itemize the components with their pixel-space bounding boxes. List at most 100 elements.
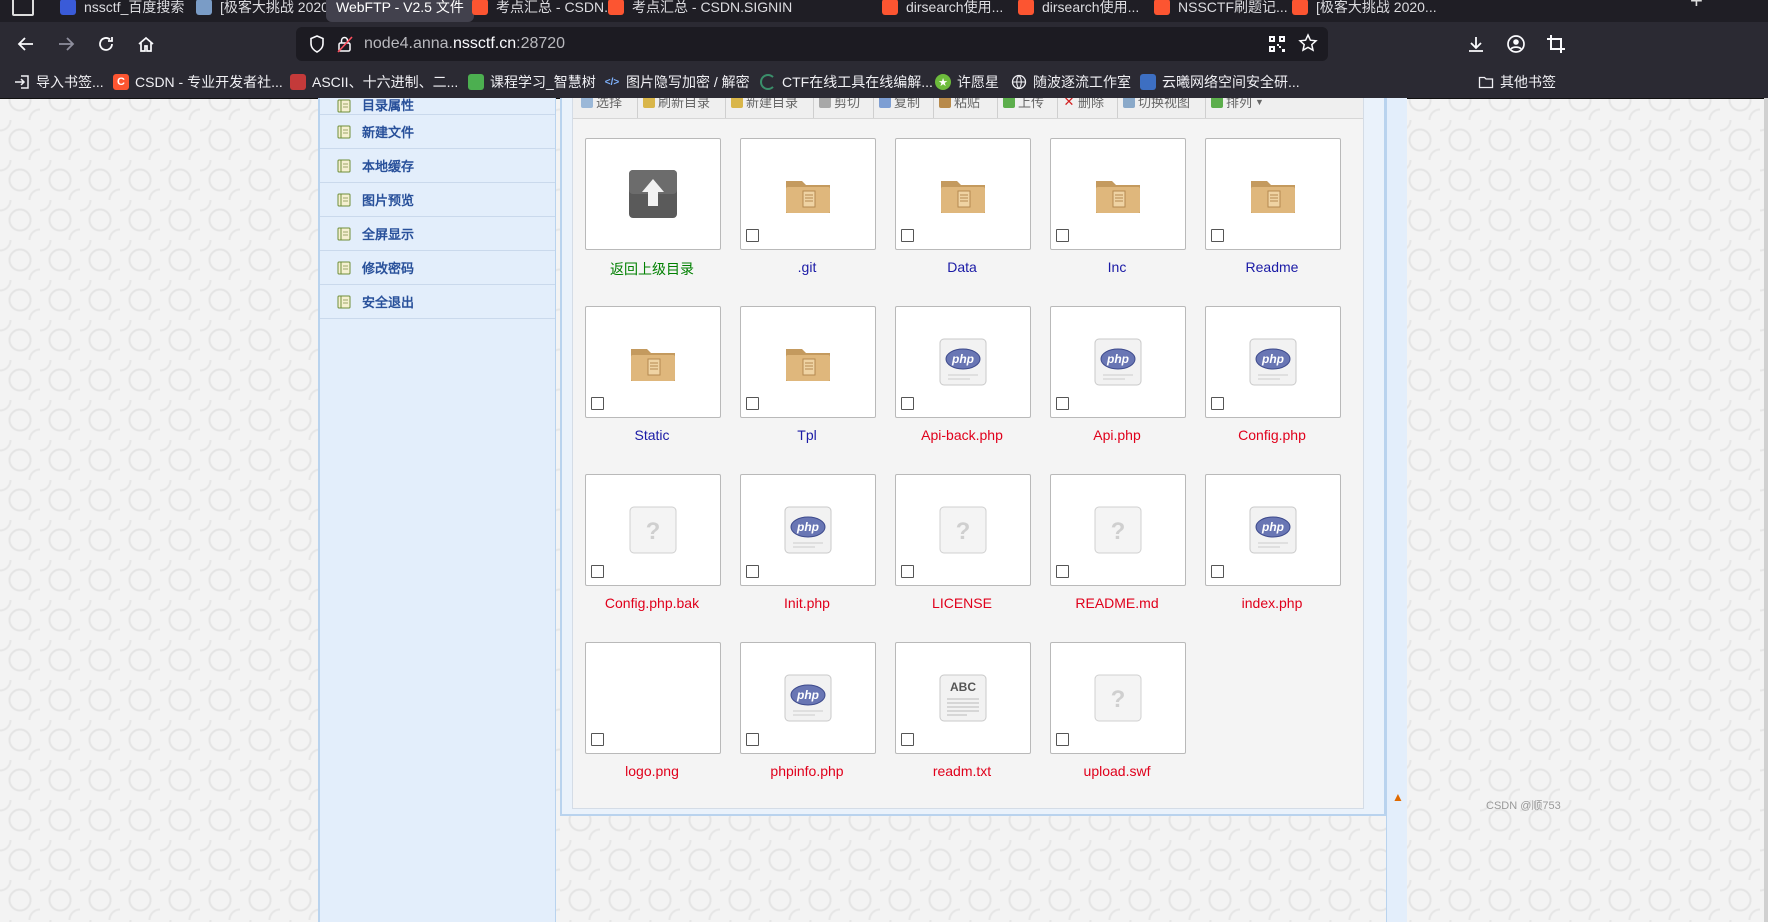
file-name-link[interactable]: upload.swf	[1037, 763, 1197, 779]
file-name-link[interactable]: readm.txt	[882, 763, 1042, 779]
tab[interactable]: [极客大挑战 2020...	[1292, 0, 1437, 22]
file-tile[interactable]: php	[740, 642, 876, 754]
file-tile[interactable]: php	[895, 306, 1031, 418]
select-checkbox[interactable]	[591, 397, 604, 410]
select-checkbox[interactable]	[901, 397, 914, 410]
file-tile[interactable]: ABC	[895, 642, 1031, 754]
copy-button[interactable]: 复制	[879, 98, 920, 111]
file-name-link[interactable]: Config.php	[1192, 427, 1352, 443]
select-checkbox[interactable]	[591, 565, 604, 578]
file-tile[interactable]: php	[1205, 474, 1341, 586]
reload-button[interactable]	[90, 28, 122, 60]
select-checkbox[interactable]	[901, 229, 914, 242]
tab[interactable]: 考点汇总 - CSDN...	[608, 0, 752, 22]
tab[interactable]: [极客大挑战 2020...	[196, 0, 341, 22]
select-checkbox[interactable]	[1056, 565, 1069, 578]
file-name-link[interactable]: Init.php	[727, 595, 887, 611]
file-name-link[interactable]: Static	[572, 427, 732, 443]
bookmark-ctf-tools[interactable]: CTF在线工具在线编解...	[760, 72, 933, 92]
tab[interactable]: dirsearch使用...	[882, 0, 1003, 22]
select-checkbox[interactable]	[746, 733, 759, 746]
new-dir-button[interactable]: 新建目录	[731, 98, 798, 111]
file-name-link[interactable]: Api.php	[1037, 427, 1197, 443]
screenshot-button[interactable]	[1540, 28, 1572, 60]
page-scrollbar[interactable]	[1764, 98, 1768, 922]
tab-overview-icon[interactable]	[12, 0, 34, 16]
file-name-link[interactable]: phpinfo.php	[727, 763, 887, 779]
file-tile[interactable]: php	[740, 474, 876, 586]
tab[interactable]: nssctf_百度搜索	[60, 0, 184, 22]
sidebar-item-image-preview[interactable]: 图片预览	[320, 183, 555, 217]
folder-tile[interactable]	[740, 138, 876, 250]
forward-button[interactable]	[50, 28, 82, 60]
sidebar-item-change-password[interactable]: 修改密码	[320, 251, 555, 285]
tab[interactable]: SIGNIN	[744, 0, 792, 22]
folder-tile[interactable]	[1050, 138, 1186, 250]
bookmark-yunxi[interactable]: 云曦网络空间安全研...	[1140, 72, 1300, 92]
folder-tile[interactable]	[585, 306, 721, 418]
bookmark-import[interactable]: 导入书签...	[14, 72, 104, 92]
downloads-button[interactable]	[1460, 28, 1492, 60]
bookmark-stego[interactable]: </> 图片隐写加密 / 解密	[604, 72, 750, 92]
file-tile[interactable]	[585, 642, 721, 754]
file-name-link[interactable]: Api-back.php	[882, 427, 1042, 443]
select-checkbox[interactable]	[1056, 229, 1069, 242]
file-name-link[interactable]: Readme	[1192, 259, 1352, 275]
tab[interactable]: NSSCTF刷题记...	[1154, 0, 1288, 22]
select-checkbox[interactable]	[901, 565, 914, 578]
file-name-link[interactable]: Config.php.bak	[572, 595, 732, 611]
file-name-link[interactable]: LICENSE	[882, 595, 1042, 611]
file-name-link[interactable]: Inc	[1037, 259, 1197, 275]
bookmark-other[interactable]: 其他书签	[1478, 72, 1556, 92]
select-checkbox[interactable]	[1056, 397, 1069, 410]
account-button[interactable]	[1500, 28, 1532, 60]
file-tile[interactable]: ?	[895, 474, 1031, 586]
select-checkbox[interactable]	[591, 733, 604, 746]
insecure-lock-icon[interactable]	[336, 34, 354, 54]
bookmark-ascii[interactable]: ASCII、十六进制、二...	[290, 72, 458, 92]
qr-code-icon[interactable]	[1268, 35, 1286, 53]
url-field[interactable]: node4.anna.nssctf.cn:28720	[364, 35, 565, 53]
bookmark-zhihuishu[interactable]: 课程学习_智慧树	[468, 72, 596, 92]
home-button[interactable]	[130, 28, 162, 60]
select-checkbox[interactable]	[901, 733, 914, 746]
tab-active[interactable]: WebFTP - V2.5 文件	[326, 0, 474, 22]
select-checkbox[interactable]	[746, 565, 759, 578]
select-checkbox[interactable]	[1211, 397, 1224, 410]
cut-button[interactable]: 剪切	[819, 98, 860, 111]
sidebar-item-local-cache[interactable]: 本地缓存	[320, 149, 555, 183]
folder-tile[interactable]	[895, 138, 1031, 250]
folder-tile[interactable]	[1205, 138, 1341, 250]
file-name-link[interactable]: Tpl	[727, 427, 887, 443]
sidebar-item-logout[interactable]: 安全退出	[320, 285, 555, 319]
select-checkbox[interactable]	[746, 397, 759, 410]
file-name-link[interactable]: README.md	[1037, 595, 1197, 611]
select-checkbox[interactable]	[1211, 565, 1224, 578]
upload-button[interactable]: 上传	[1003, 98, 1044, 111]
file-tile[interactable]: php	[1205, 306, 1341, 418]
sidebar-item-new-file[interactable]: 新建文件	[320, 115, 555, 149]
select-checkbox[interactable]	[1056, 733, 1069, 746]
back-button[interactable]	[10, 28, 42, 60]
new-tab-icon[interactable]: +	[1690, 0, 1703, 14]
switch-view-button[interactable]: 切换视图	[1123, 98, 1190, 111]
sort-button[interactable]: 排列 ▼	[1211, 98, 1264, 111]
delete-button[interactable]: ✕ 删除	[1063, 98, 1104, 111]
tab[interactable]: 考点汇总 - CSDN...	[472, 0, 616, 22]
bookmark-wish-star[interactable]: ★ 许愿星	[935, 72, 999, 92]
file-name-link[interactable]: index.php	[1192, 595, 1352, 611]
scroll-top-icon[interactable]: ▲	[1392, 790, 1404, 804]
bookmark-star-icon[interactable]	[1298, 33, 1318, 53]
sidebar-item-dir-properties[interactable]: 目录属性	[320, 98, 555, 115]
bookmark-csdn[interactable]: C CSDN - 专业开发者社...	[113, 72, 283, 92]
file-name-link[interactable]: Data	[882, 259, 1042, 275]
file-tile[interactable]: ?	[1050, 474, 1186, 586]
parent-dir-tile[interactable]	[585, 138, 721, 250]
folder-tile[interactable]	[740, 306, 876, 418]
select-button[interactable]: 选择	[581, 98, 622, 111]
tab[interactable]: dirsearch使用...	[1018, 0, 1139, 22]
file-name-link[interactable]: 返回上级目录	[572, 259, 732, 279]
paste-button[interactable]: 粘贴	[939, 98, 980, 111]
file-name-link[interactable]: .git	[727, 259, 887, 275]
bookmark-studio[interactable]: 随波逐流工作室	[1011, 72, 1131, 92]
